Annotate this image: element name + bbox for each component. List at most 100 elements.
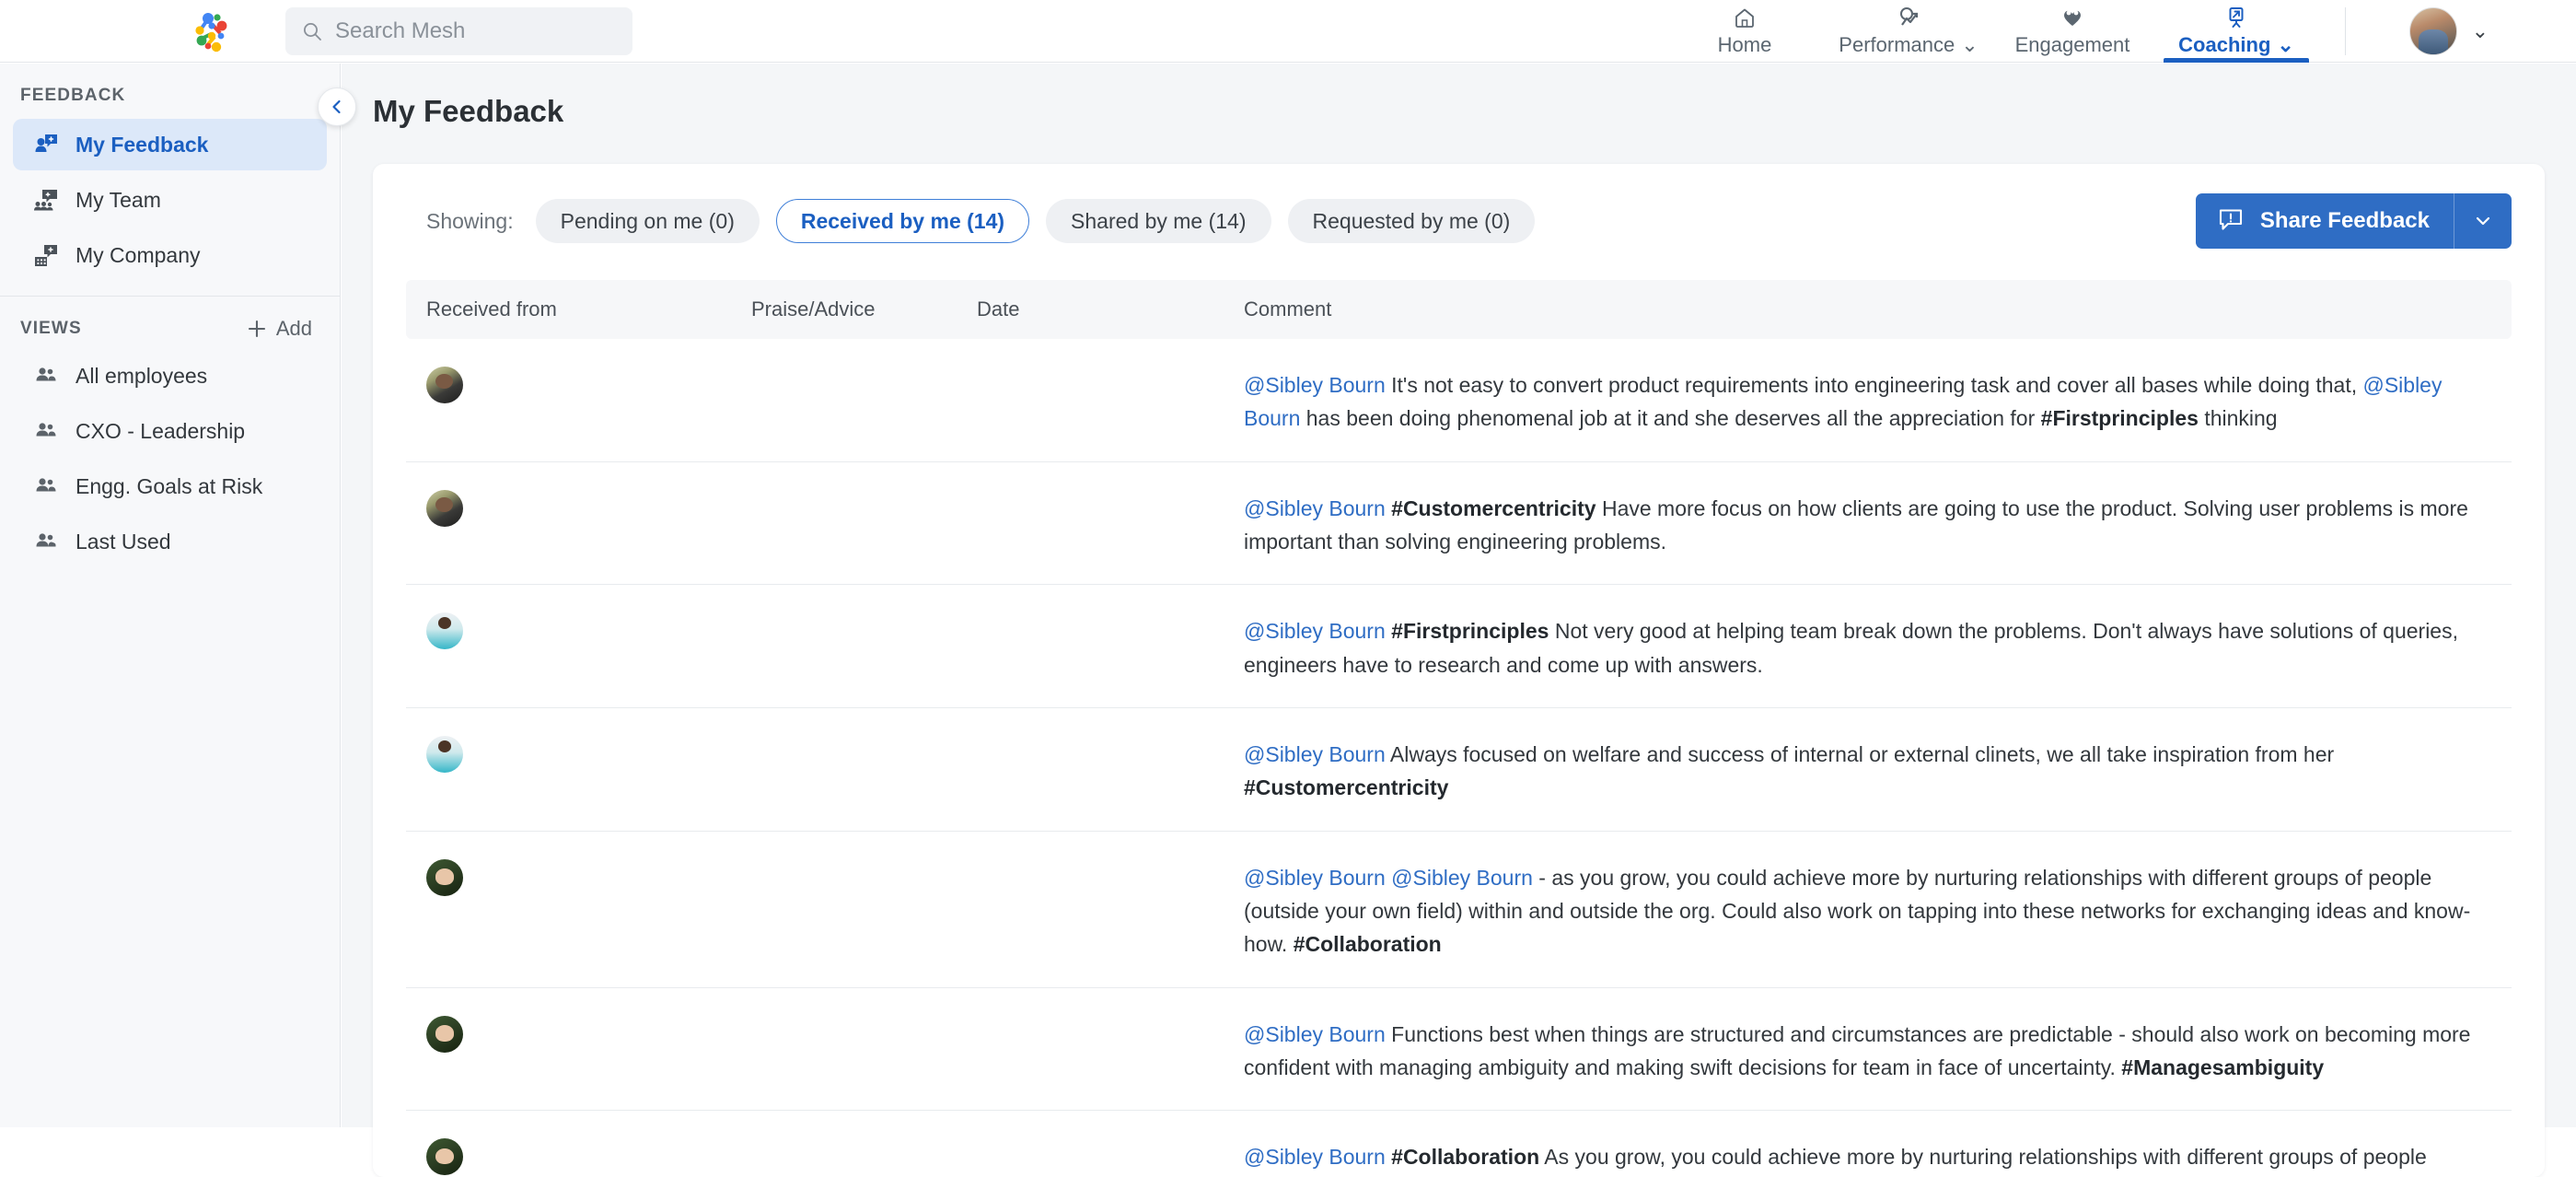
share-feedback-button[interactable]: Share Feedback: [2195, 193, 2512, 249]
cell-praise-advice: [751, 859, 977, 868]
sidebar-item-my-company[interactable]: My Company: [13, 229, 327, 281]
mesh-logo[interactable]: [184, 6, 236, 57]
plus-icon: [248, 320, 265, 338]
column-header-praise-advice: Praise/Advice: [751, 297, 876, 320]
comment-text: Always focused on welfare and success of…: [1385, 741, 2335, 766]
mention-link[interactable]: @Sibley Bourn: [1244, 1022, 1386, 1046]
avatar: [426, 612, 463, 650]
sidebar-view-engg-goals-at-risk[interactable]: Engg. Goals at Risk: [13, 460, 327, 512]
share-feedback-main[interactable]: Share Feedback: [2196, 193, 2454, 249]
feedback-comment: @Sibley Bourn #Firstprinciples Not very …: [1244, 612, 2493, 682]
filter-chip-received-by-me[interactable]: Received by me (14): [775, 199, 1030, 243]
cell-comment: @Sibley Bourn It's not easy to convert p…: [1244, 367, 2512, 436]
filter-chip-requested-by-me[interactable]: Requested by me (0): [1287, 199, 1536, 243]
feedback-comment: @Sibley Bourn @Sibley Bourn - as you gro…: [1244, 859, 2493, 961]
column-header-received-from: Received from: [426, 297, 557, 320]
sidebar-view-label: All employees: [75, 363, 208, 388]
table-row[interactable]: @Sibley Bourn @Sibley Bourn - as you gro…: [406, 832, 2512, 988]
mention-link[interactable]: @Sibley Bourn: [1244, 373, 1386, 397]
add-view-button[interactable]: Add: [247, 317, 312, 341]
avatar: [426, 489, 463, 527]
cell-received-from: [406, 612, 751, 650]
chevron-left-icon: [332, 99, 341, 114]
sidebar-view-label: Engg. Goals at Risk: [75, 473, 263, 498]
sidebar-view-label: CXO - Leadership: [75, 418, 246, 443]
avatar: [426, 367, 463, 403]
views-header-label: VIEWS: [20, 319, 82, 338]
mention-link[interactable]: @Sibley Bourn: [1244, 1145, 1386, 1169]
cell-received-from: [406, 1015, 751, 1053]
views-section-header: VIEWS Add: [0, 317, 340, 341]
share-feedback-label: Share Feedback: [2259, 208, 2430, 233]
people-icon: [33, 529, 59, 554]
feedback-date: [977, 490, 1244, 498]
performance-chart-icon: [1897, 6, 1920, 29]
table-row[interactable]: @Sibley Bourn #Firstprinciples Not very …: [406, 585, 2512, 708]
search-icon: [302, 21, 322, 41]
avatar: [426, 1015, 463, 1053]
profile-menu[interactable]: ⌄: [2408, 7, 2489, 55]
sidebar-item-my-team[interactable]: My Team: [13, 174, 327, 226]
search-bar[interactable]: [285, 7, 632, 55]
showing-label: Showing:: [426, 208, 514, 233]
feedback-comment: @Sibley Bourn #Collaboration As you grow…: [1244, 1138, 2493, 1177]
sidebar-item-label: My Feedback: [75, 132, 209, 157]
column-header-comment: Comment: [1244, 297, 1332, 320]
hashtag-label: #Collaboration: [1293, 932, 1442, 957]
search-input[interactable]: [335, 18, 616, 44]
table-row[interactable]: @Sibley Bourn Always focused on welfare …: [406, 708, 2512, 832]
nav-item-engagement[interactable]: Engagement: [1990, 0, 2154, 63]
cell-praise-advice: [751, 1138, 977, 1147]
primary-nav: Home Performance ⌄ Engagement Coaching ⌄: [1663, 0, 2318, 63]
page-title: My Feedback: [373, 94, 564, 128]
home-icon: [1733, 6, 1757, 29]
chevron-down-icon: ⌄: [1961, 33, 1978, 56]
table-body: @Sibley Bourn It's not easy to convert p…: [406, 339, 2512, 1177]
hashtag-label: #Firstprinciples: [1391, 619, 1549, 644]
nav-item-home[interactable]: Home: [1663, 0, 1827, 63]
cell-date: [977, 490, 1244, 498]
cell-praise-advice: [751, 490, 977, 498]
avatar: [426, 858, 463, 896]
sidebar-view-cxo-leadership[interactable]: CXO - Leadership: [13, 405, 327, 457]
cell-date: [977, 859, 1244, 868]
feedback-date: [977, 612, 1244, 621]
chevron-down-icon: ⌄: [2277, 33, 2294, 56]
feedback-comment: @Sibley Bourn It's not easy to convert p…: [1244, 367, 2493, 436]
nav-label-coaching: Coaching: [2178, 33, 2271, 56]
table-row[interactable]: @Sibley Bourn Functions best when things…: [406, 988, 2512, 1112]
feedback-bubble-icon: [2218, 206, 2244, 237]
feedback-comment: @Sibley Bourn Always focused on welfare …: [1244, 736, 2493, 805]
sidebar-section-feedback-header: FEEDBACK: [20, 86, 126, 105]
top-navigation-bar: Home Performance ⌄: [0, 0, 2576, 63]
nav-item-coaching[interactable]: Coaching ⌄: [2154, 0, 2318, 63]
team-feedback-icon: [33, 187, 59, 213]
comment-text: thinking: [2198, 406, 2278, 431]
table-row[interactable]: @Sibley Bourn It's not easy to convert p…: [406, 339, 2512, 462]
mention-link[interactable]: @Sibley Bourn: [1391, 866, 1533, 890]
share-feedback-dropdown-toggle[interactable]: [2454, 193, 2512, 249]
cell-date: [977, 612, 1244, 621]
mention-link[interactable]: @Sibley Bourn: [1244, 742, 1386, 766]
mention-link[interactable]: @Sibley Bourn: [1244, 496, 1386, 520]
cell-praise-advice: [751, 736, 977, 744]
feedback-type-badge: [751, 859, 977, 868]
feedback-type-badge: [751, 1016, 977, 1024]
filter-chip-shared-by-me[interactable]: Shared by me (14): [1046, 199, 1271, 243]
cell-date: [977, 736, 1244, 744]
nav-item-performance[interactable]: Performance ⌄: [1827, 0, 1990, 63]
sidebar-view-all-employees[interactable]: All employees: [13, 350, 327, 402]
table-row[interactable]: @Sibley Bourn #Customercentricity Have m…: [406, 462, 2512, 586]
mention-link[interactable]: @Sibley Bourn: [1244, 866, 1386, 890]
filter-chip-pending-on-me[interactable]: Pending on me (0): [535, 199, 760, 243]
sidebar-view-label: Last Used: [75, 529, 171, 554]
cell-comment: @Sibley Bourn #Collaboration As you grow…: [1244, 1138, 2512, 1177]
mention-link[interactable]: @Sibley Bourn: [1244, 619, 1386, 643]
avatar: [2408, 7, 2457, 55]
sidebar-item-my-feedback[interactable]: My Feedback: [13, 119, 327, 170]
cell-praise-advice: [751, 1016, 977, 1024]
hashtag-label: #Managesambiguity: [2121, 1055, 2325, 1079]
table-row[interactable]: @Sibley Bourn #Collaboration As you grow…: [406, 1111, 2512, 1177]
sidebar-collapse-button[interactable]: [318, 87, 356, 126]
sidebar-view-last-used[interactable]: Last Used: [13, 516, 327, 567]
